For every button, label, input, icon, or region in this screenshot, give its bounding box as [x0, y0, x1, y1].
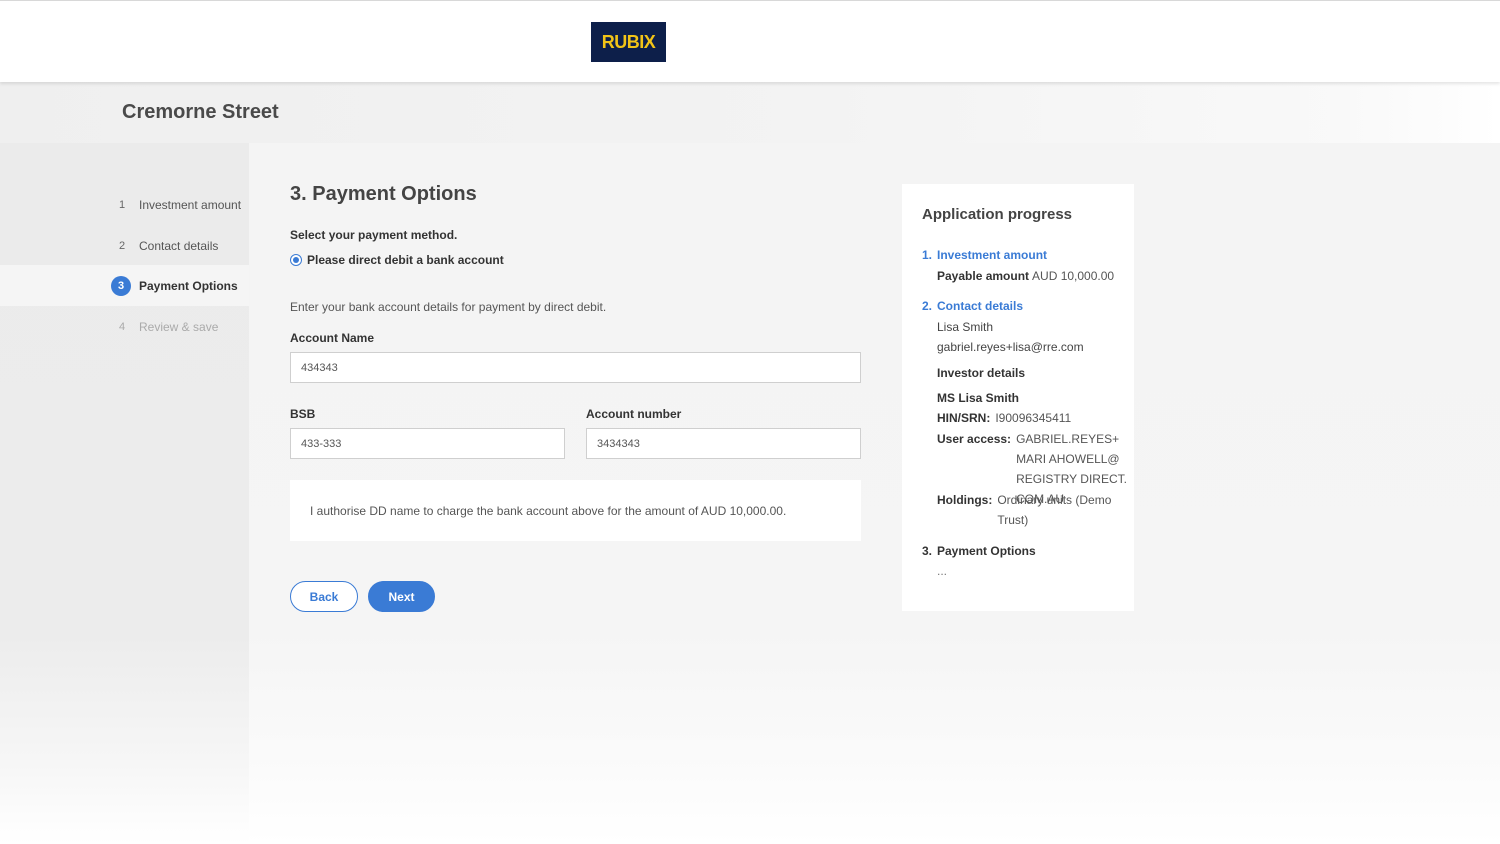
sidebar-step-contact-details[interactable]: 2 Contact details	[0, 225, 249, 266]
holdings-row: Holdings: Ordinary units (Demo Trust)	[937, 490, 1112, 530]
steps-sidebar: 1 Investment amount 2 Contact details 3 …	[0, 143, 249, 844]
main-content: 3. Payment Options Select your payment m…	[249, 143, 1500, 844]
progress-step-label: Payment Options	[937, 544, 1036, 558]
contact-email: gabriel.reyes+lisa@rre.com	[937, 340, 1084, 354]
progress-title: Application progress	[922, 206, 1073, 223]
account-number-label: Account number	[586, 407, 682, 421]
next-button[interactable]: Next	[368, 581, 435, 612]
direct-debit-radio-option[interactable]: Please direct debit a bank account	[290, 253, 504, 267]
section-title: 3. Payment Options	[290, 183, 477, 205]
account-name-label: Account Name	[290, 331, 375, 345]
sidebar-step-investment-amount[interactable]: 1 Investment amount	[0, 184, 249, 225]
page-title: Cremorne Street	[122, 101, 279, 123]
payment-options-placeholder: ...	[937, 564, 948, 578]
progress-step-link[interactable]: Investment amount	[937, 248, 1047, 262]
authorisation-box: I authorise DD name to charge the bank a…	[290, 480, 861, 541]
hin-srn-value: I90096345411	[995, 411, 1072, 425]
title-band: Cremorne Street	[0, 82, 1500, 143]
contact-name: Lisa Smith	[937, 320, 994, 334]
account-number-input[interactable]	[586, 428, 861, 459]
progress-step-investment-amount[interactable]: 1. Investment amount	[922, 248, 1047, 262]
hin-srn-row: HIN/SRN: I90096345411	[937, 408, 1071, 428]
step-number: 1	[118, 198, 126, 211]
radio-label: Please direct debit a bank account	[307, 253, 504, 267]
sidebar-step-review-save: 4 Review & save	[0, 306, 249, 347]
payable-amount-value: AUD 10,000.00	[1032, 269, 1115, 283]
bsb-input[interactable]	[290, 428, 565, 459]
payable-amount-row: Payable amount AUD 10,000.00	[937, 269, 1114, 283]
top-header: RUBIX	[0, 0, 1500, 82]
progress-step-number: 2.	[922, 299, 933, 313]
step-label: Contact details	[139, 238, 219, 253]
step-label: Review & save	[139, 319, 219, 334]
step-number-badge: 3	[111, 275, 131, 296]
step-number: 2	[118, 239, 126, 252]
step-label: Investment amount	[139, 197, 242, 212]
progress-step-number: 3.	[922, 544, 933, 558]
progress-step-payment-options: 3. Payment Options	[922, 544, 1036, 558]
investor-name: MS Lisa Smith	[937, 391, 1020, 405]
progress-step-link[interactable]: Contact details	[937, 299, 1023, 313]
account-name-input[interactable]	[290, 352, 861, 383]
holdings-value: Ordinary units (Demo Trust)	[997, 493, 1112, 527]
bank-details-intro: Enter your bank account details for paym…	[290, 300, 607, 314]
progress-step-contact-details[interactable]: 2. Contact details	[922, 299, 1023, 313]
page: RUBIX Cremorne Street 1 Investment amoun…	[0, 0, 1500, 844]
step-label: Payment Options	[139, 278, 238, 293]
back-button[interactable]: Back	[290, 581, 358, 612]
application-progress-panel: Application progress 1. Investment amoun…	[902, 184, 1134, 611]
radio-selected-icon[interactable]	[290, 254, 302, 266]
payment-method-prompt: Select your payment method.	[290, 228, 458, 242]
logo-text: RUBIX	[601, 31, 656, 52]
step-number: 4	[118, 320, 126, 333]
sidebar-step-payment-options[interactable]: 3 Payment Options	[0, 265, 249, 306]
bsb-label: BSB	[290, 407, 316, 421]
authorisation-text: I authorise DD name to charge the bank a…	[310, 503, 787, 518]
rubix-logo[interactable]: RUBIX	[591, 22, 666, 62]
hin-srn-key: HIN/SRN:	[937, 411, 991, 425]
investor-details-heading: Investor details	[937, 366, 1026, 380]
holdings-key: Holdings:	[937, 493, 993, 507]
progress-step-number: 1.	[922, 248, 933, 262]
payable-amount-key: Payable amount	[937, 269, 1030, 283]
